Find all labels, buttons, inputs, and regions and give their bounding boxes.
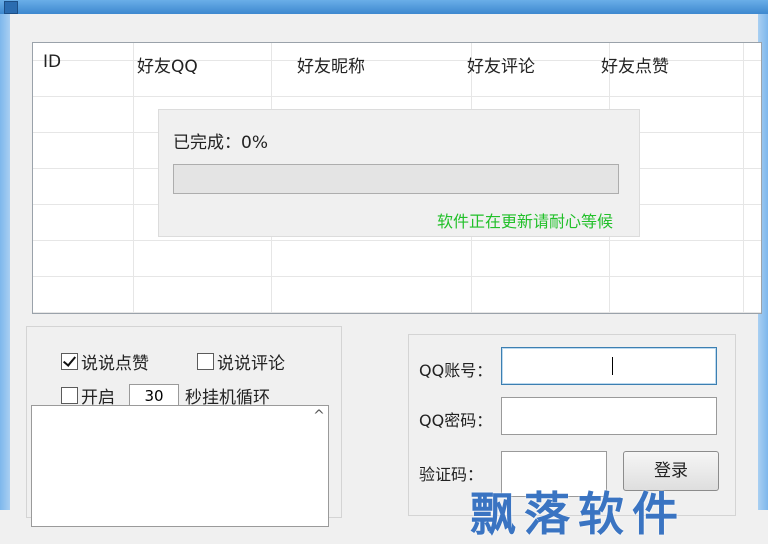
like-checkbox[interactable] — [61, 353, 78, 370]
comment-checkbox[interactable] — [197, 353, 214, 370]
update-message: 软件正在更新请耐心等候 — [436, 212, 613, 231]
watermark-logo: 飘落软件 — [470, 487, 686, 541]
qq-account-input[interactable] — [501, 347, 717, 385]
app-icon — [4, 1, 18, 14]
column-header-id[interactable]: ID — [43, 52, 61, 72]
qq-password-input[interactable] — [501, 397, 717, 435]
progress-panel: 已完成：0% 软件正在更新请耐心等候 — [158, 109, 640, 237]
column-header-friend-qq[interactable]: 好友QQ — [137, 52, 198, 77]
window-frame-left — [0, 14, 10, 510]
interval-seconds-input[interactable] — [129, 383, 179, 408]
column-header-friend-comment[interactable]: 好友评论 — [467, 52, 535, 77]
account-label: QQ账号： — [419, 361, 493, 380]
like-option[interactable]: 说说点赞 — [61, 349, 149, 374]
progress-bar — [173, 164, 619, 194]
column-header-friend-nickname[interactable]: 好友昵称 — [297, 52, 365, 77]
text-caret — [612, 357, 613, 375]
comment-checkbox-label[interactable]: 说说评论 — [217, 349, 285, 374]
options-group: 说说点赞 说说评论 开启 秒挂机循环 ^ — [26, 326, 342, 527]
like-checkbox-label[interactable]: 说说点赞 — [81, 349, 149, 374]
friends-table[interactable]: ID 好友QQ 好友昵称 好友评论 好友点赞 已完成：0% 软件正在更新请耐心等… — [32, 42, 762, 314]
start-checkbox[interactable] — [61, 387, 78, 404]
log-textbox[interactable]: ^ — [31, 405, 329, 527]
progress-label: 已完成：0% — [173, 133, 268, 153]
password-label: QQ密码： — [419, 411, 493, 430]
window-title-bar — [0, 0, 768, 14]
scroll-up-arrow-icon[interactable]: ^ — [310, 406, 328, 426]
table-header: ID 好友QQ 好友昵称 好友评论 好友点赞 — [33, 43, 761, 79]
column-header-friend-like[interactable]: 好友点赞 — [601, 52, 669, 77]
comment-option[interactable]: 说说评论 — [197, 349, 285, 374]
